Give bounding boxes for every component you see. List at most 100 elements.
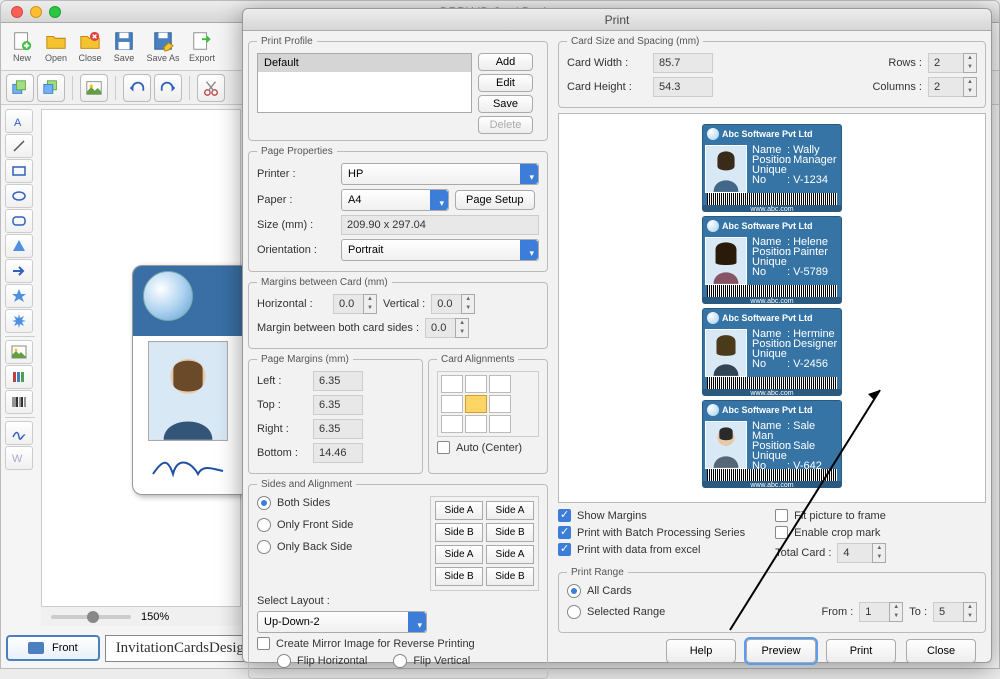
- orientation-select[interactable]: Portrait: [341, 239, 539, 261]
- alignment-grid[interactable]: [437, 371, 539, 437]
- paper-select[interactable]: A4: [341, 189, 449, 211]
- preview-card: Abc Software Pvt LtdName: HerminePositio…: [702, 308, 842, 396]
- page-setup-button[interactable]: Page Setup: [455, 190, 535, 210]
- library-tool[interactable]: [5, 365, 33, 389]
- preview-button[interactable]: Preview: [746, 639, 816, 663]
- canvas-area[interactable]: [41, 109, 241, 619]
- open-button[interactable]: Open: [40, 25, 72, 68]
- rounded-rect-tool[interactable]: [5, 209, 33, 233]
- globe-icon: [143, 271, 193, 321]
- picture-tool[interactable]: [5, 340, 33, 364]
- side-a-2[interactable]: Side A: [486, 501, 534, 520]
- close-file-button[interactable]: Close: [74, 25, 106, 68]
- help-button[interactable]: Help: [666, 639, 736, 663]
- side-layout-grid: Side A Side A Side B Side B Side A Side …: [430, 496, 539, 591]
- profile-item[interactable]: Default: [258, 54, 471, 72]
- columns-input[interactable]: 2▲▼: [928, 77, 977, 97]
- margin-both-sides-input[interactable]: 0.0▲▼: [425, 318, 469, 338]
- show-margins-checkbox[interactable]: [558, 509, 571, 522]
- zoom-slider[interactable]: [51, 615, 131, 619]
- card-photo: [148, 341, 228, 441]
- close-window-icon[interactable]: [11, 6, 23, 18]
- profile-list[interactable]: Default: [257, 53, 472, 113]
- both-sides-radio[interactable]: [257, 496, 271, 510]
- front-only-radio[interactable]: [257, 518, 271, 532]
- card-front-icon: [28, 642, 44, 654]
- maximize-window-icon[interactable]: [49, 6, 61, 18]
- side-b-1[interactable]: Side B: [435, 523, 483, 542]
- cut-button[interactable]: [197, 74, 225, 102]
- tool-palette: A W: [5, 109, 35, 470]
- page-margins-group: Page Margins (mm) Left :6.35 Top :6.35 R…: [248, 354, 423, 474]
- mirror-checkbox[interactable]: [257, 637, 270, 650]
- margin-top-input[interactable]: 6.35: [313, 395, 363, 415]
- undo-button[interactable]: [123, 74, 151, 102]
- rows-input[interactable]: 2▲▼: [928, 53, 977, 73]
- print-range-group: Print Range All Cards Selected Range Fro…: [558, 567, 986, 633]
- save-as-button[interactable]: Save As: [142, 25, 184, 68]
- star-tool[interactable]: [5, 284, 33, 308]
- margin-vertical-input[interactable]: 0.0▲▼: [431, 294, 475, 314]
- arrow-tool[interactable]: [5, 259, 33, 283]
- image-button[interactable]: [80, 74, 108, 102]
- open-icon: [45, 30, 67, 52]
- sides-group: Sides and Alignment Both Sides Only Fron…: [248, 479, 548, 679]
- save-as-icon: [152, 30, 174, 52]
- new-button[interactable]: New: [6, 25, 38, 68]
- back-only-radio[interactable]: [257, 540, 271, 554]
- margin-horizontal-input[interactable]: 0.0▲▼: [333, 294, 377, 314]
- preview-card: Abc Software Pvt LtdName: WallyPosition:…: [702, 124, 842, 212]
- edit-profile-button[interactable]: Edit: [478, 74, 533, 92]
- side-b-2[interactable]: Side B: [486, 523, 534, 542]
- side-a-4[interactable]: Side A: [486, 545, 534, 564]
- auto-center-checkbox[interactable]: [437, 441, 450, 454]
- add-profile-button[interactable]: Add: [478, 53, 533, 71]
- watermark-tool[interactable]: W: [5, 446, 33, 470]
- side-a-3[interactable]: Side A: [435, 545, 483, 564]
- fit-checkbox[interactable]: [775, 509, 788, 522]
- flip-v-radio: [393, 654, 407, 668]
- front-side-tab[interactable]: Front: [6, 635, 100, 661]
- bring-forward-button[interactable]: [6, 74, 34, 102]
- flip-h-radio: [277, 654, 291, 668]
- signature-tool[interactable]: [5, 421, 33, 445]
- svg-text:A: A: [14, 117, 22, 129]
- margin-right-input[interactable]: 6.35: [313, 419, 363, 439]
- layout-select[interactable]: Up-Down-2: [257, 611, 427, 633]
- delete-profile-button[interactable]: Delete: [478, 116, 533, 134]
- printer-select[interactable]: HP: [341, 163, 539, 185]
- all-cards-radio[interactable]: [567, 584, 581, 598]
- barcode-tool[interactable]: [5, 390, 33, 414]
- selected-range-radio[interactable]: [567, 605, 581, 619]
- redo-button[interactable]: [154, 74, 182, 102]
- close-button[interactable]: Close: [906, 639, 976, 663]
- total-card-input[interactable]: 4▲▼: [837, 543, 886, 563]
- side-b-3[interactable]: Side B: [435, 567, 483, 586]
- triangle-tool[interactable]: [5, 234, 33, 258]
- export-button[interactable]: Export: [186, 25, 218, 68]
- preview-card: Abc Software Pvt LtdName: HelenePosition…: [702, 216, 842, 304]
- new-icon: [11, 30, 33, 52]
- batch-checkbox[interactable]: [558, 526, 571, 539]
- send-backward-button[interactable]: [37, 74, 65, 102]
- burst-tool[interactable]: [5, 309, 33, 333]
- side-a-1[interactable]: Side A: [435, 501, 483, 520]
- print-dialog-title: Print: [243, 9, 991, 31]
- card-width-input[interactable]: 85.7: [653, 53, 713, 73]
- line-tool[interactable]: [5, 134, 33, 158]
- print-button[interactable]: Print: [826, 639, 896, 663]
- crop-checkbox[interactable]: [775, 526, 788, 539]
- text-tool[interactable]: A: [5, 109, 33, 133]
- card-height-input[interactable]: 54.3: [653, 77, 713, 97]
- rectangle-tool[interactable]: [5, 159, 33, 183]
- margin-bottom-input[interactable]: 14.46: [313, 443, 363, 463]
- zoom-bar: 150%: [41, 606, 241, 626]
- side-b-4[interactable]: Side B: [486, 567, 534, 586]
- minimize-window-icon[interactable]: [30, 6, 42, 18]
- margin-left-input[interactable]: 6.35: [313, 371, 363, 391]
- alignments-group: Card Alignments Auto (Center): [428, 354, 548, 474]
- save-button[interactable]: Save: [108, 25, 140, 68]
- excel-checkbox[interactable]: [558, 543, 571, 556]
- save-profile-button[interactable]: Save: [478, 95, 533, 113]
- ellipse-tool[interactable]: [5, 184, 33, 208]
